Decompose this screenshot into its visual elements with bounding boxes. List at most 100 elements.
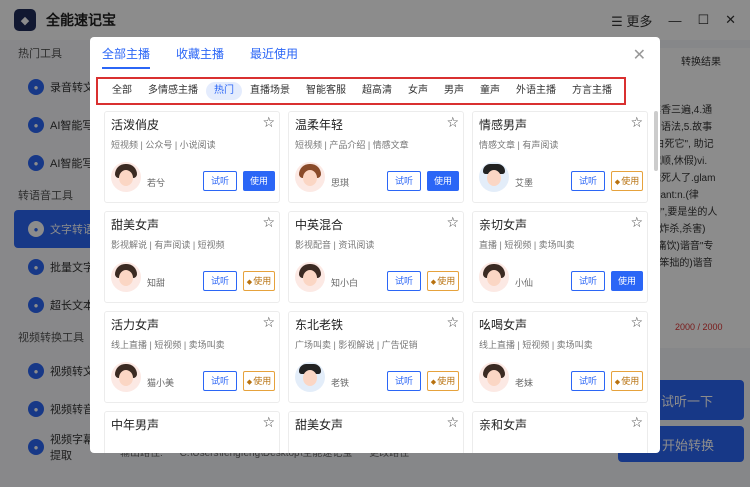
vip-diamond-icon: ◆ xyxy=(430,279,437,286)
voice-avatar-icon xyxy=(111,362,141,392)
voice-speaker-name: 老铁 xyxy=(331,378,350,388)
vip-diamond-icon: ◆ xyxy=(246,279,253,286)
use-button[interactable]: 使用 xyxy=(243,171,275,191)
vip-use-label: 使用 xyxy=(437,276,456,286)
favorite-star-icon[interactable]: ☆ xyxy=(262,414,275,431)
voice-tags: 影视配音 | 资讯阅读 xyxy=(295,240,375,250)
voice-avatar-icon xyxy=(295,262,325,292)
voice-avatar-icon xyxy=(111,162,141,192)
dialog-tabs: 全部主播 收藏主播 最近使用 xyxy=(102,45,298,69)
voice-avatar-icon xyxy=(295,362,325,392)
try-listen-button[interactable]: 试听 xyxy=(387,171,421,191)
try-listen-button[interactable]: 试听 xyxy=(387,371,421,391)
vip-use-button[interactable]: ◆使用 xyxy=(611,371,643,391)
dialog-tab[interactable]: 收藏主播 xyxy=(176,45,224,69)
voice-tags: 线上直播 | 短视频 | 卖场叫卖 xyxy=(479,340,593,350)
voice-card[interactable]: 活力女声 ☆ 线上直播 | 短视频 | 卖场叫卖 猫小美 试听 ◆使用 xyxy=(104,311,280,403)
close-icon[interactable]: ✕ xyxy=(633,45,646,65)
favorite-star-icon[interactable]: ☆ xyxy=(446,114,459,131)
voice-tags: 广场叫卖 | 影视解说 | 广告促销 xyxy=(295,340,418,350)
voice-card[interactable]: 亲切女声 ☆ 直播 | 短视频 | 卖场叫卖 小仙 试听 使用 xyxy=(472,211,648,303)
avatar-face xyxy=(487,170,501,186)
category-filter[interactable]: 超高清 xyxy=(354,82,400,100)
voice-card[interactable]: 东北老铁 ☆ 广场叫卖 | 影视解说 | 广告促销老铁 试听 ◆使用 xyxy=(288,311,464,403)
category-filter[interactable]: 外语主播 xyxy=(508,82,564,100)
voice-avatar-icon xyxy=(479,262,509,292)
voice-name: 吆喝女声 xyxy=(479,318,528,332)
use-button[interactable]: 使用 xyxy=(611,271,643,291)
favorite-star-icon[interactable]: ☆ xyxy=(630,314,643,331)
vip-use-label: 使用 xyxy=(253,276,272,286)
favorite-star-icon[interactable]: ☆ xyxy=(630,214,643,231)
category-filter[interactable]: 多情感主播 xyxy=(140,82,206,100)
voice-card[interactable]: 亲和女声 ☆ xyxy=(472,411,648,453)
category-filter[interactable]: 方言主播 xyxy=(564,82,620,100)
favorite-star-icon[interactable]: ☆ xyxy=(630,114,643,131)
voice-card[interactable]: 甜美女声 ☆ 影视解说 | 有声阅读 | 短视频 知甜 试听 ◆使用 xyxy=(104,211,280,303)
voice-tags: 短视频 | 公众号 | 小说阅读 xyxy=(111,140,216,150)
voice-select-dialog: 全部主播 收藏主播 最近使用 ✕ 全部 多情感主播 热门 直播场景 智能客服 超高清 女声 男声童… xyxy=(90,37,660,453)
favorite-star-icon[interactable]: ☆ xyxy=(446,414,459,431)
voice-tags: 短视频 | 产品介绍 | 情感文章 xyxy=(295,140,409,150)
favorite-star-icon[interactable]: ☆ xyxy=(262,214,275,231)
voice-card[interactable]: 温柔年轻 ☆ 短视频 | 产品介绍 | 情感文章思琪 试听 使用 xyxy=(288,111,464,203)
scrollbar[interactable] xyxy=(654,111,658,171)
voice-tags: 情感文章 | 有声阅读 xyxy=(479,140,559,150)
voice-card[interactable]: 中英混合 ☆ 影视配音 | 资讯阅读 知小白 试听 ◆使用 xyxy=(288,211,464,303)
category-filter[interactable]: 直播场景 xyxy=(242,82,298,100)
avatar-face xyxy=(487,270,501,286)
voice-name: 亲切女声 xyxy=(479,218,528,232)
voice-name: 中英混合 xyxy=(295,218,344,232)
avatar-face xyxy=(303,370,317,386)
vip-use-button[interactable]: ◆使用 xyxy=(427,371,459,391)
voice-name: 甜美女声 xyxy=(111,218,160,232)
dialog-tab[interactable]: 最近使用 xyxy=(250,45,298,69)
voice-speaker-name: 猫小美 xyxy=(147,378,175,388)
voice-tags: 直播 | 短视频 | 卖场叫卖 xyxy=(479,240,575,250)
category-filter[interactable]: 男声 xyxy=(436,82,472,100)
vip-use-label: 使用 xyxy=(253,376,272,386)
vip-use-label: 使用 xyxy=(621,176,640,186)
favorite-star-icon[interactable]: ☆ xyxy=(446,214,459,231)
voice-name: 东北老铁 xyxy=(295,318,344,332)
voice-card[interactable]: 情感男声 ☆ 情感文章 | 有声阅读 艾墨 试听 ◆使用 xyxy=(472,111,648,203)
voice-name: 温柔年轻 xyxy=(295,118,344,132)
try-listen-button[interactable]: 试听 xyxy=(203,271,237,291)
vip-use-button[interactable]: ◆使用 xyxy=(243,371,275,391)
category-filter[interactable]: 智能客服 xyxy=(298,82,354,100)
try-listen-button[interactable]: 试听 xyxy=(571,371,605,391)
voice-card[interactable]: 中年男声 ☆ xyxy=(104,411,280,453)
category-filter[interactable]: 热门 xyxy=(206,82,242,100)
voice-avatar-icon xyxy=(479,362,509,392)
voice-card[interactable]: 活泼俏皮 ☆ 短视频 | 公众号 | 小说阅读 若兮 试听 使用 xyxy=(104,111,280,203)
avatar-face xyxy=(119,170,133,186)
vip-use-label: 使用 xyxy=(437,376,456,386)
favorite-star-icon[interactable]: ☆ xyxy=(446,314,459,331)
vip-use-button[interactable]: ◆使用 xyxy=(611,171,643,191)
favorite-star-icon[interactable]: ☆ xyxy=(262,314,275,331)
try-listen-button[interactable]: 试听 xyxy=(203,171,237,191)
vip-use-button[interactable]: ◆使用 xyxy=(427,271,459,291)
category-filter[interactable]: 童声 xyxy=(472,82,508,100)
voice-tags: 影视解说 | 有声阅读 | 短视频 xyxy=(111,240,225,250)
favorite-star-icon[interactable]: ☆ xyxy=(262,114,275,131)
category-filter[interactable]: 女声 xyxy=(400,82,436,100)
try-listen-button[interactable]: 试听 xyxy=(203,371,237,391)
voice-avatar-icon xyxy=(479,162,509,192)
vip-use-button[interactable]: ◆使用 xyxy=(243,271,275,291)
avatar-face xyxy=(119,370,133,386)
category-filter[interactable]: 全部 xyxy=(104,82,140,100)
voice-card[interactable]: 甜美女声 ☆ xyxy=(288,411,464,453)
favorite-star-icon[interactable]: ☆ xyxy=(630,414,643,431)
try-listen-button[interactable]: 试听 xyxy=(571,171,605,191)
voice-tags: 线上直播 | 短视频 | 卖场叫卖 xyxy=(111,340,225,350)
voice-speaker-name: 思琪 xyxy=(331,178,350,188)
try-listen-button[interactable]: 试听 xyxy=(387,271,421,291)
voice-card[interactable]: 吆喝女声 ☆ 线上直播 | 短视频 | 卖场叫卖老妹 试听 ◆使用 xyxy=(472,311,648,403)
avatar-face xyxy=(303,270,317,286)
try-listen-button[interactable]: 试听 xyxy=(571,271,605,291)
dialog-tab[interactable]: 全部主播 xyxy=(102,45,151,69)
avatar-face xyxy=(487,370,501,386)
use-button[interactable]: 使用 xyxy=(427,171,459,191)
voice-speaker-name: 老妹 xyxy=(515,378,534,388)
